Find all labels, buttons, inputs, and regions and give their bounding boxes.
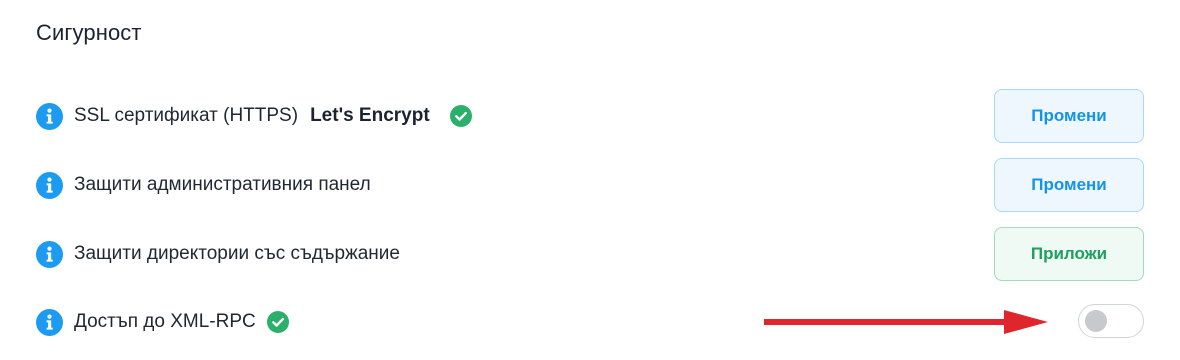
toggle-knob <box>1085 310 1107 332</box>
apply-content-dirs-button[interactable]: Приложи <box>994 227 1144 281</box>
info-icon[interactable] <box>36 308 63 336</box>
info-icon[interactable] <box>36 171 63 199</box>
setting-row-ssl: SSL сертификат (HTTPS) Let's Encrypt Про… <box>36 89 1144 143</box>
ssl-provider-value: Let's Encrypt <box>310 105 430 126</box>
section-title: Сигурност <box>36 20 142 45</box>
setting-label-admin-panel: Защити административния панел <box>74 174 371 195</box>
setting-row-content-dirs: Защити директории със съдържание Приложи <box>36 227 1144 281</box>
check-circle-icon <box>449 105 472 127</box>
setting-label-xml-rpc: Достъп до XML-RPC <box>74 311 256 332</box>
security-section: Сигурност SSL сертификат (HTTPS) Let's E… <box>0 0 1180 360</box>
change-ssl-button[interactable]: Промени <box>994 89 1144 143</box>
setting-row-admin-panel: Защити административния панел Промени <box>36 158 1144 212</box>
setting-label-ssl: SSL сертификат (HTTPS) <box>74 105 299 126</box>
info-icon[interactable] <box>36 240 63 268</box>
info-icon[interactable] <box>36 102 63 130</box>
xml-rpc-toggle[interactable] <box>1078 304 1144 338</box>
setting-label-content-dirs: Защити директории със съдържание <box>74 243 400 264</box>
change-admin-panel-button[interactable]: Промени <box>994 158 1144 212</box>
red-arrow-icon <box>764 310 1048 334</box>
check-circle-icon <box>266 311 289 333</box>
